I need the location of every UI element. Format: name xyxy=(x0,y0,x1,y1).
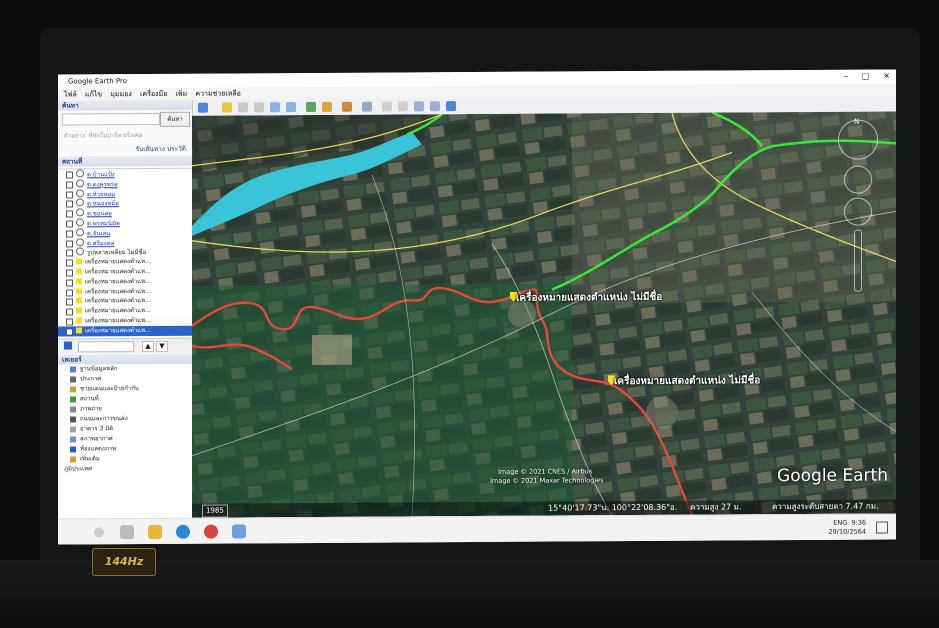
clock-time: 9:36 xyxy=(851,518,866,527)
placemark-label[interactable]: เครื่องหมายแสดงตำแหน่ง ไม่มีชื่อ xyxy=(614,373,760,389)
menu-help[interactable]: ความช่วยเหลือ xyxy=(195,89,240,97)
save-image-icon[interactable] xyxy=(414,101,424,112)
minimize-button[interactable]: – xyxy=(844,70,848,84)
polygon-icon[interactable] xyxy=(238,102,248,113)
search-hint: ตัวอย่าง: ที่พักในปารีส ฝรั่งเศส xyxy=(64,132,143,140)
list-item-selected[interactable]: เครื่องหมายแสดงตำแห... xyxy=(58,325,192,337)
list-item[interactable]: ภูมิประเทศ xyxy=(58,464,192,475)
sun-icon[interactable] xyxy=(322,101,332,112)
earth-icon[interactable] xyxy=(446,101,456,112)
record-tour-icon[interactable] xyxy=(286,102,296,113)
language-indicator[interactable]: ENG xyxy=(833,519,847,527)
historical-year-badge[interactable]: 1985 xyxy=(202,504,228,518)
coordinates-readout: 15°40'17.73"น. 100°22'08.36"อ. xyxy=(548,502,678,513)
file-explorer-icon[interactable] xyxy=(148,524,162,540)
image-overlay-icon[interactable] xyxy=(270,102,280,113)
system-tray[interactable]: ENG 9:36 29/10/2564 xyxy=(829,519,866,537)
notification-icon[interactable] xyxy=(876,521,888,534)
google-earth-taskbar-icon[interactable] xyxy=(232,524,246,539)
panel-toggle-icon[interactable] xyxy=(64,341,72,350)
search-button[interactable]: ค้นหา xyxy=(160,111,190,127)
task-view-icon[interactable] xyxy=(120,525,134,540)
historical-imagery-icon[interactable] xyxy=(306,101,316,113)
move-up-icon[interactable]: ▲ xyxy=(142,340,154,353)
eye-altitude-readout: ความสูงระดับสายตา 7.47 กม. xyxy=(772,501,879,512)
email-icon[interactable] xyxy=(382,101,392,112)
menu-add[interactable]: เพิ่ม xyxy=(176,90,188,98)
chrome-icon[interactable] xyxy=(204,524,218,539)
ruler-icon[interactable] xyxy=(362,101,372,112)
refresh-rate-sticker: 144Hz xyxy=(92,548,156,576)
print-icon[interactable] xyxy=(398,101,408,112)
places-controls: ▲ ▼ xyxy=(58,337,192,354)
map-view[interactable]: เครื่องหมายแสดงตำแหน่ง ไม่มีชื่อ เครื่อง… xyxy=(192,111,896,518)
maximize-button[interactable]: □ xyxy=(862,70,870,84)
taskbar: ENG 9:36 29/10/2564 xyxy=(58,513,896,545)
close-button[interactable]: ✕ xyxy=(883,69,890,83)
layers-panel: เลเยอร์ ฐานข้อมูลหลัก ประกาศ ชายแดนและป้… xyxy=(58,353,192,521)
menu-edit[interactable]: แก้ไข xyxy=(85,90,102,98)
places-panel-header[interactable]: สถานที่ xyxy=(58,155,192,167)
imagery-credit: Image © 2021 Maxar Technologies xyxy=(490,476,604,485)
satellite-imagery xyxy=(192,111,896,518)
imagery-credit: Image © 2021 CNES / Airbus xyxy=(498,467,593,476)
planet-icon[interactable] xyxy=(342,101,352,112)
search-links[interactable]: รับเส้นทาง ประวัติ xyxy=(58,142,192,157)
move-joystick-icon[interactable] xyxy=(844,197,872,226)
view-maps-icon[interactable] xyxy=(430,101,440,112)
clock-date: 29/10/2564 xyxy=(828,527,866,536)
edge-icon[interactable] xyxy=(176,524,190,539)
menu-view[interactable]: มุมมอง xyxy=(110,90,131,98)
menu-file[interactable]: ไฟล์ xyxy=(64,90,77,98)
path-icon[interactable] xyxy=(254,102,264,113)
move-down-icon[interactable]: ▼ xyxy=(156,340,168,352)
sidebar: ค้นหา ค้นหา ตัวอย่าง: ที่พักในปารีส ฝรั่… xyxy=(58,99,193,521)
zoom-slider[interactable] xyxy=(854,229,862,292)
window-title: Google Earth Pro xyxy=(68,77,128,86)
placemark-icon[interactable] xyxy=(222,102,232,113)
look-joystick-icon[interactable] xyxy=(844,165,872,194)
sidebar-toggle-icon[interactable] xyxy=(198,102,208,113)
elevation-readout: ความสูง 27 ม. xyxy=(690,502,742,512)
search-input[interactable] xyxy=(62,112,160,126)
placemark-label[interactable]: เครื่องหมายแสดงตำแหน่ง ไม่มีชื่อ xyxy=(516,290,662,306)
google-earth-logo: Google Earth xyxy=(777,465,888,487)
compass-icon[interactable]: N xyxy=(838,118,878,160)
places-slider[interactable] xyxy=(78,341,134,353)
places-list: ต.บ้านแป้ง ต.ดงคู่รพรส ต.ห้วยหอม ต.หนองห… xyxy=(58,167,192,337)
menu-tools[interactable]: เครื่องมือ xyxy=(140,90,167,98)
screen: Google Earth Pro – □ ✕ ไฟล์ แก้ไข มุมมอง… xyxy=(58,69,896,545)
search-icon[interactable] xyxy=(94,527,104,538)
